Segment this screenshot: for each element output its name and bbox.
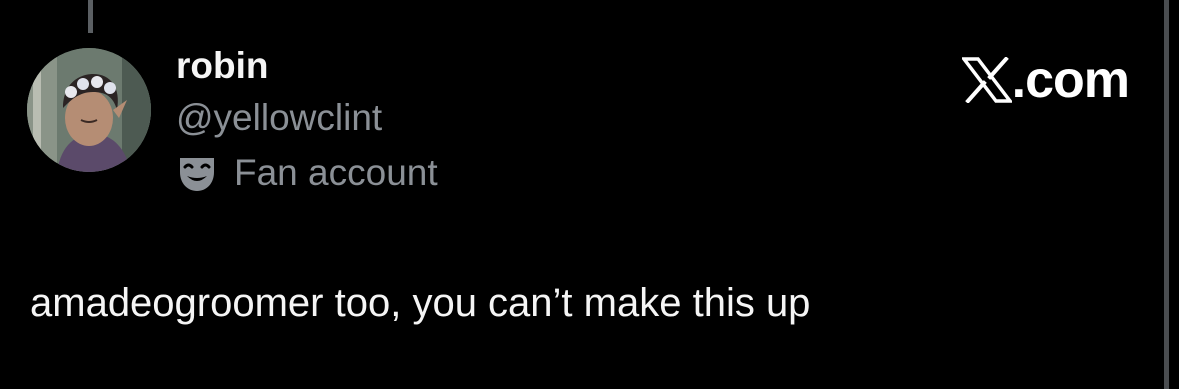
scrollbar-edge	[1164, 0, 1169, 389]
user-handle[interactable]: @yellowclint	[176, 96, 382, 140]
thread-connector-line	[88, 0, 93, 33]
x-logo-icon	[961, 57, 1012, 103]
avatar[interactable]	[27, 48, 151, 172]
display-name[interactable]: robin	[176, 44, 268, 88]
brand-domain-suffix: .com	[1011, 51, 1130, 109]
post-text: amadeogroomer too, you can’t make this u…	[30, 281, 811, 325]
account-label: Fan account	[176, 151, 438, 195]
brand-watermark: .com	[961, 51, 1130, 109]
theater-mask-icon	[180, 158, 214, 191]
account-label-text: Fan account	[234, 152, 438, 193]
avatar-image	[27, 48, 151, 172]
